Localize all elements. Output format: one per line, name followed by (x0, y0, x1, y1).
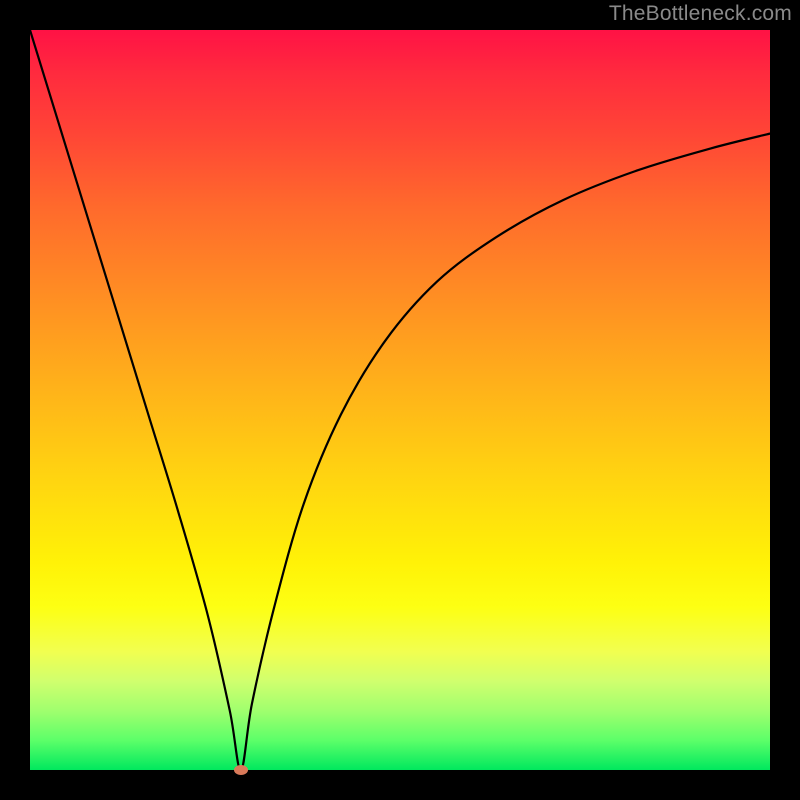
plot-area (30, 30, 770, 770)
chart-frame: TheBottleneck.com (0, 0, 800, 800)
curve-layer (30, 30, 770, 770)
minimum-marker (234, 765, 248, 775)
bottleneck-curve (30, 30, 770, 770)
watermark-text: TheBottleneck.com (609, 2, 792, 26)
